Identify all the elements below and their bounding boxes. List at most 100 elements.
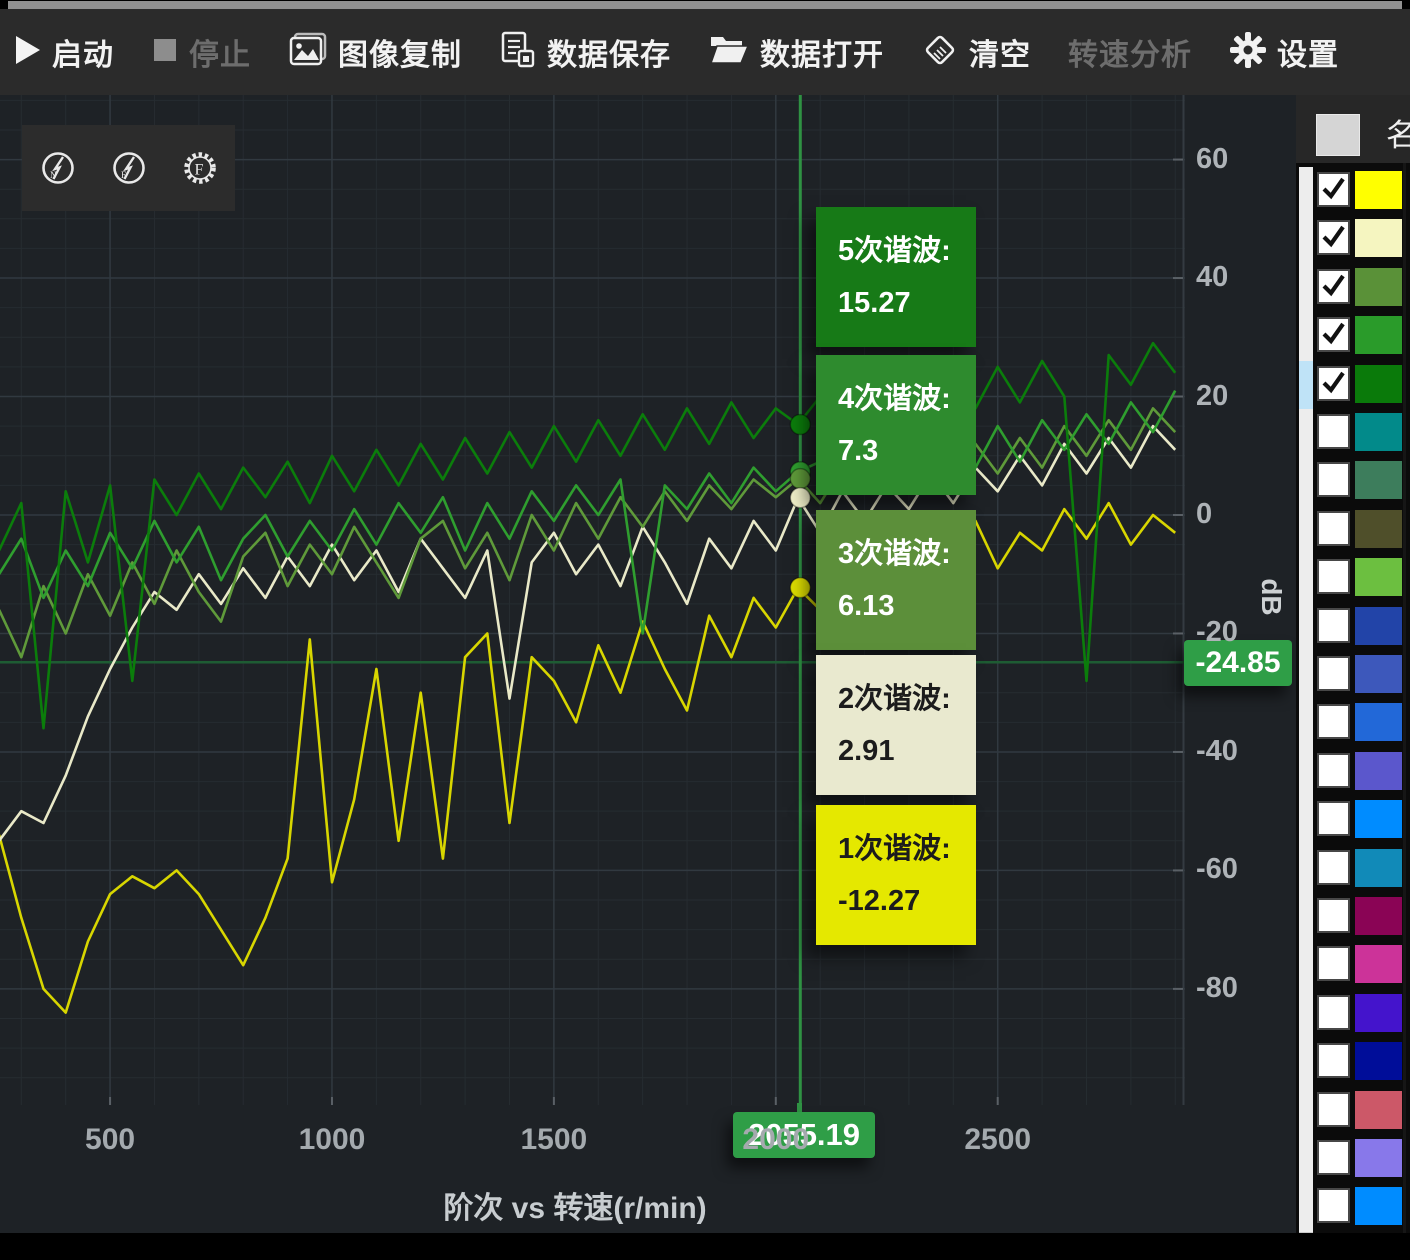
start-button[interactable]: 启动	[14, 30, 114, 74]
series-color-swatch-1[interactable]	[1355, 171, 1402, 209]
series-visible-checkbox-5[interactable]	[1317, 366, 1350, 401]
row-header-15[interactable]	[1299, 845, 1313, 894]
row-header-7[interactable]	[1299, 457, 1313, 506]
data-open-button[interactable]: 数据打开	[708, 30, 884, 74]
series-visible-checkbox-9[interactable]	[1317, 559, 1350, 594]
series-color-swatch-12[interactable]	[1355, 703, 1402, 741]
tooltip-harmonic-4: 4次谐波: 7.3	[816, 355, 976, 495]
tooltip-value: 6.13	[838, 586, 976, 626]
series-color-swatch-17[interactable]	[1355, 945, 1402, 983]
row-header-16[interactable]	[1299, 893, 1313, 942]
series-visible-checkbox-8[interactable]	[1317, 511, 1350, 546]
frequency-gear-f-icon[interactable]: F	[180, 148, 220, 188]
series-color-swatch-15[interactable]	[1355, 849, 1402, 887]
order-spectrum-plot[interactable]	[0, 95, 1185, 1105]
series-visible-checkbox-16[interactable]	[1317, 898, 1350, 933]
x-tick-label: 500	[65, 1123, 155, 1157]
play-icon	[14, 34, 42, 71]
tooltip-label: 3次谐波:	[838, 534, 976, 574]
checkmark-icon	[1319, 222, 1348, 251]
row-header-18[interactable]	[1299, 990, 1313, 1039]
tooltip-label: 4次谐波:	[838, 379, 976, 419]
series-color-swatch-6[interactable]	[1355, 413, 1402, 451]
row-header-13[interactable]	[1299, 748, 1313, 797]
series-visible-checkbox-6[interactable]	[1317, 414, 1350, 449]
series-visible-checkbox-20[interactable]	[1317, 1092, 1350, 1127]
series-visible-checkbox-2[interactable]	[1317, 220, 1350, 255]
series-visible-checkbox-21[interactable]	[1317, 1140, 1350, 1175]
data-save-label: 数据保存	[547, 30, 671, 74]
series-color-swatch-19[interactable]	[1355, 1042, 1402, 1080]
checkmark-icon	[1319, 368, 1348, 397]
series-color-swatch-10[interactable]	[1355, 607, 1402, 645]
row-header-20[interactable]	[1299, 1087, 1313, 1136]
row-header-4[interactable]	[1299, 312, 1313, 361]
row-header-2[interactable]	[1299, 215, 1313, 264]
row-header-21[interactable]	[1299, 1135, 1313, 1184]
crosshair-point	[790, 415, 810, 435]
series-visible-checkbox-4[interactable]	[1317, 317, 1350, 352]
series-color-swatch-8[interactable]	[1355, 510, 1402, 548]
series-color-swatch-21[interactable]	[1355, 1139, 1402, 1177]
series-color-swatch-18[interactable]	[1355, 994, 1402, 1032]
series-visible-checkbox-10[interactable]	[1317, 608, 1350, 643]
speed-analysis-button[interactable]: 转速分析	[1068, 30, 1192, 74]
checkmark-icon	[1319, 319, 1348, 348]
image-copy-button[interactable]: 图像复制	[288, 30, 462, 74]
y-axis-unit-label: dB	[1246, 572, 1296, 622]
series-visible-checkbox-12[interactable]	[1317, 704, 1350, 739]
x-axis-title: 阶次 vs 转速(r/min)	[375, 1183, 775, 1227]
x-tick-label: 2500	[953, 1123, 1043, 1157]
series-visible-checkbox-19[interactable]	[1317, 1043, 1350, 1078]
series-color-swatch-11[interactable]	[1355, 655, 1402, 693]
series-visible-checkbox-1[interactable]	[1317, 172, 1350, 207]
series-visible-checkbox-18[interactable]	[1317, 995, 1350, 1030]
series-visible-checkbox-14[interactable]	[1317, 801, 1350, 836]
series-color-swatch-20[interactable]	[1355, 1091, 1402, 1129]
series-color-swatch-2[interactable]	[1355, 219, 1402, 257]
stop-button[interactable]: 停止	[151, 30, 251, 74]
series-color-swatch-9[interactable]	[1355, 558, 1402, 596]
series-color-swatch-14[interactable]	[1355, 800, 1402, 838]
row-header-3[interactable]	[1299, 264, 1313, 313]
start-label: 启动	[52, 30, 114, 74]
series-visible-checkbox-3[interactable]	[1317, 269, 1350, 304]
row-header-8[interactable]	[1299, 506, 1313, 555]
series-visible-checkbox-22[interactable]	[1317, 1188, 1350, 1223]
row-header-12[interactable]	[1299, 699, 1313, 748]
series-color-swatch-5[interactable]	[1355, 365, 1402, 403]
series-color-swatch-7[interactable]	[1355, 461, 1402, 499]
name-column-header: 名称	[1386, 110, 1410, 155]
series-color-swatch-4[interactable]	[1355, 316, 1402, 354]
series-color-swatch-16[interactable]	[1355, 897, 1402, 935]
row-header-6[interactable]	[1299, 409, 1313, 458]
gear-icon	[1229, 31, 1267, 74]
series-visible-checkbox-15[interactable]	[1317, 850, 1350, 885]
row-header-17[interactable]	[1299, 941, 1313, 990]
series-visible-checkbox-13[interactable]	[1317, 753, 1350, 788]
series-color-swatch-22[interactable]	[1355, 1187, 1402, 1225]
tooltip-label: 2次谐波:	[838, 679, 976, 719]
clear-button[interactable]: 清空	[921, 30, 1031, 74]
row-header-19[interactable]	[1299, 1038, 1313, 1087]
tooltip-harmonic-5: 5次谐波: 15.27	[816, 207, 976, 347]
row-header-14[interactable]	[1299, 796, 1313, 845]
series-color-swatch-13[interactable]	[1355, 752, 1402, 790]
series-visible-checkbox-7[interactable]	[1317, 462, 1350, 497]
row-header-9[interactable]	[1299, 554, 1313, 603]
row-header-22[interactable]	[1299, 1183, 1313, 1232]
settings-button[interactable]: 设置	[1229, 30, 1339, 74]
y-tick-label: -20	[1196, 616, 1274, 649]
series-visible-checkbox-17[interactable]	[1317, 946, 1350, 981]
folder-open-icon	[708, 33, 750, 72]
row-header-1[interactable]	[1299, 167, 1313, 216]
row-header-11[interactable]	[1299, 651, 1313, 700]
row-header-10[interactable]	[1299, 603, 1313, 652]
data-save-button[interactable]: 数据保存	[499, 30, 671, 74]
harmonic-cursor-f-icon[interactable]: F	[109, 148, 149, 188]
select-all-checkbox[interactable]	[1316, 114, 1360, 156]
series-visible-checkbox-11[interactable]	[1317, 656, 1350, 691]
row-header-5[interactable]	[1299, 361, 1313, 410]
harmonic-cursor-n-icon[interactable]: N	[38, 148, 78, 188]
series-color-swatch-3[interactable]	[1355, 268, 1402, 306]
